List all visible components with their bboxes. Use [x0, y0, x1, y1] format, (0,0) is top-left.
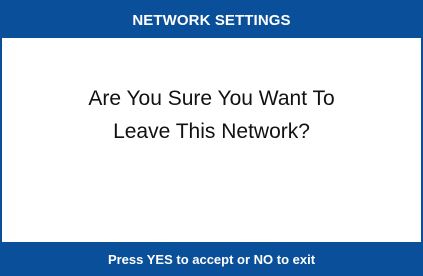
dialog-title-bar: NETWORK SETTINGS [2, 2, 421, 38]
message-line-1: Are You Sure You Want To [88, 87, 335, 110]
dialog-footer-bar: Press YES to accept or NO to exit [2, 242, 421, 276]
confirmation-message: Are You Sure You Want To Leave This Netw… [88, 82, 334, 148]
confirmation-dialog: NETWORK SETTINGS Are You Sure You Want T… [0, 0, 423, 276]
message-line-2: Leave This Network? [113, 120, 310, 143]
footer-instructions: Press YES to accept or NO to exit [107, 251, 316, 267]
dialog-title: NETWORK SETTINGS [132, 11, 291, 29]
dialog-content: Are You Sure You Want To Leave This Netw… [2, 38, 421, 242]
